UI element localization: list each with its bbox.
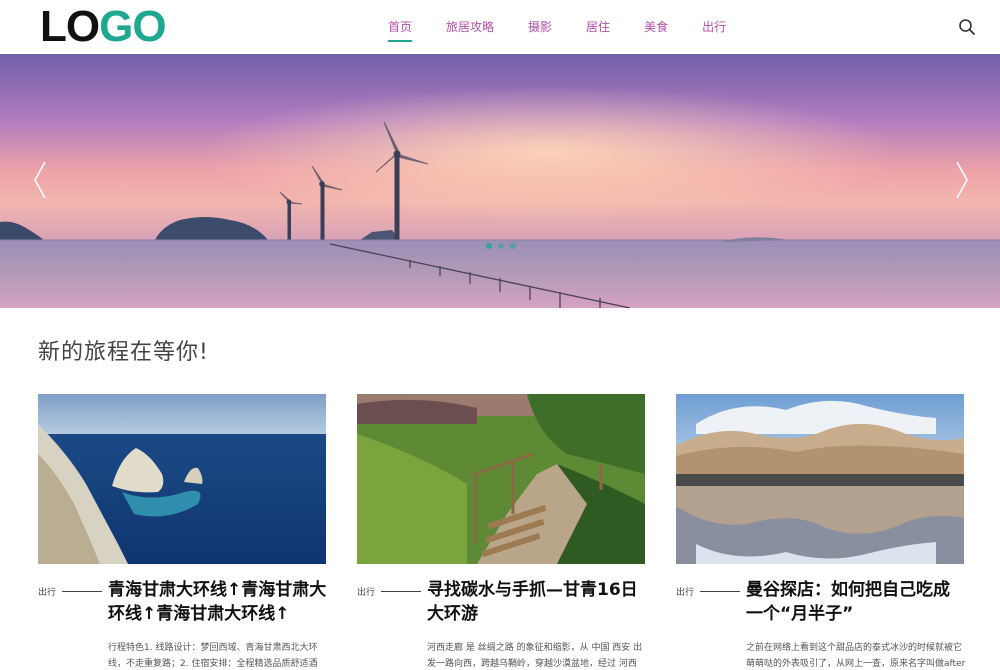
- nav-item-travel-guide[interactable]: 旅居攻略: [446, 0, 494, 54]
- section-title: 新的旅程在等你!: [38, 340, 209, 365]
- search-icon[interactable]: [958, 18, 976, 36]
- carousel-dot-3[interactable]: [510, 243, 516, 249]
- article-category: 出行: [38, 585, 103, 598]
- hero-carousel[interactable]: [0, 54, 1000, 308]
- article-card[interactable]: 出行 青海甘肃大环线↑青海甘肃大环线↑青海甘肃大环线↑ 行程特色1. 线路设计：…: [38, 394, 326, 669]
- chevron-left-icon[interactable]: [32, 160, 48, 200]
- article-excerpt: 行程特色1. 线路设计：梦回西域、青海甘肃西北大环线，不走重复路；2. 住宿安排…: [108, 643, 318, 669]
- nav-item-transport[interactable]: 出行: [702, 0, 726, 54]
- carousel-dot-1[interactable]: [486, 243, 492, 249]
- nav-item-living[interactable]: 居住: [586, 0, 610, 54]
- article-card[interactable]: 出行 曼谷探店：如何把自己吃成一个“月半子” 之前在网络上看到这个甜品店的泰式冰…: [676, 394, 965, 669]
- article-title[interactable]: 青海甘肃大环线↑青海甘肃大环线↑青海甘肃大环线↑: [108, 578, 328, 626]
- article-excerpt: 之前在网络上看到这个甜品店的泰式冰沙的时候就被它萌萌哒的外表吸引了，从网上一查，…: [746, 643, 966, 669]
- article-card[interactable]: 出行 寻找碳水与手抓—甘青16日大环游 河西走廊 是 丝绸之路 的象征和缩影，从…: [357, 394, 645, 669]
- article-title[interactable]: 曼谷探店：如何把自己吃成一个“月半子”: [746, 578, 966, 626]
- nav-item-photography[interactable]: 摄影: [528, 0, 552, 54]
- article-image[interactable]: [38, 394, 326, 564]
- nav-item-food[interactable]: 美食: [644, 0, 668, 54]
- article-category: 出行: [676, 585, 741, 598]
- article-category: 出行: [357, 585, 422, 598]
- article-title[interactable]: 寻找碳水与手抓—甘青16日大环游: [427, 578, 647, 626]
- article-image[interactable]: [357, 394, 645, 564]
- carousel-dot-2[interactable]: [498, 243, 504, 249]
- chevron-right-icon[interactable]: [954, 160, 970, 200]
- hero-slide-image: [0, 54, 1000, 308]
- main-nav: 首页 旅居攻略 摄影 居住 美食 出行: [388, 0, 760, 54]
- carousel-indicators: [486, 243, 516, 249]
- nav-item-home[interactable]: 首页: [388, 0, 413, 54]
- article-image[interactable]: [676, 394, 964, 564]
- article-excerpt: 河西走廊 是 丝绸之路 的象征和缩影，从 中国 西安 出发一路向西，跨越乌鞘岭，…: [427, 643, 643, 669]
- top-navigation-bar: LO GO 首页 旅居攻略 摄影 居住 美食 出行: [0, 0, 1000, 55]
- site-logo[interactable]: LO GO: [40, 5, 167, 49]
